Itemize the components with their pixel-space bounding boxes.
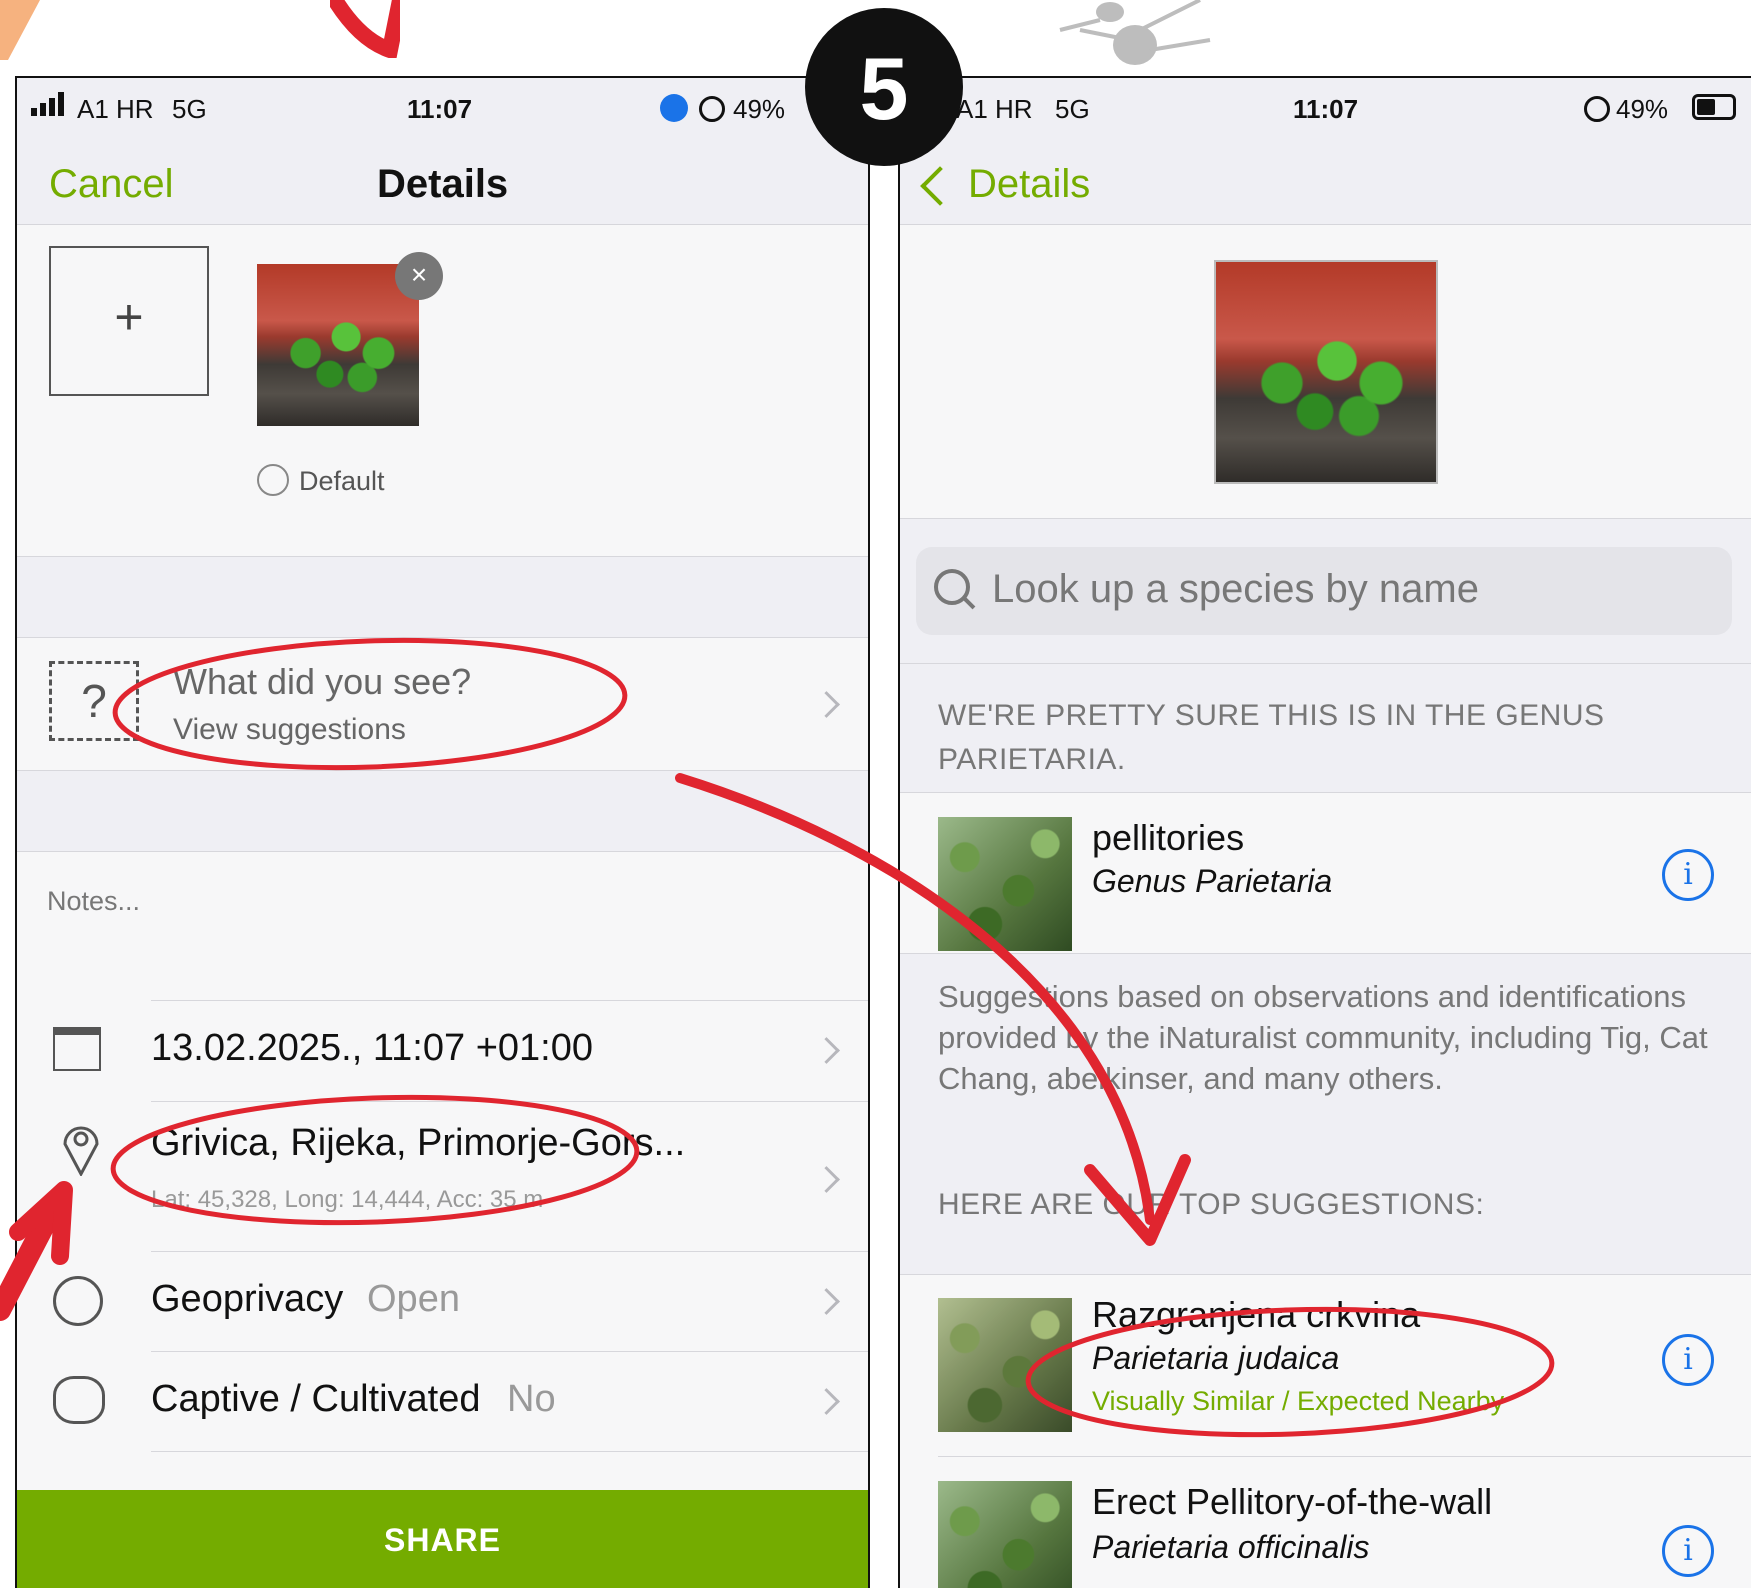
annotation-overlay [0,637,1555,1438]
annotation-arrow-curve [675,773,1155,1225]
annotation-ellipse-suggestion [1025,1306,1555,1438]
annotation-ellipse-species-prompt [112,637,628,771]
annotation-ellipse-location [110,1094,640,1226]
